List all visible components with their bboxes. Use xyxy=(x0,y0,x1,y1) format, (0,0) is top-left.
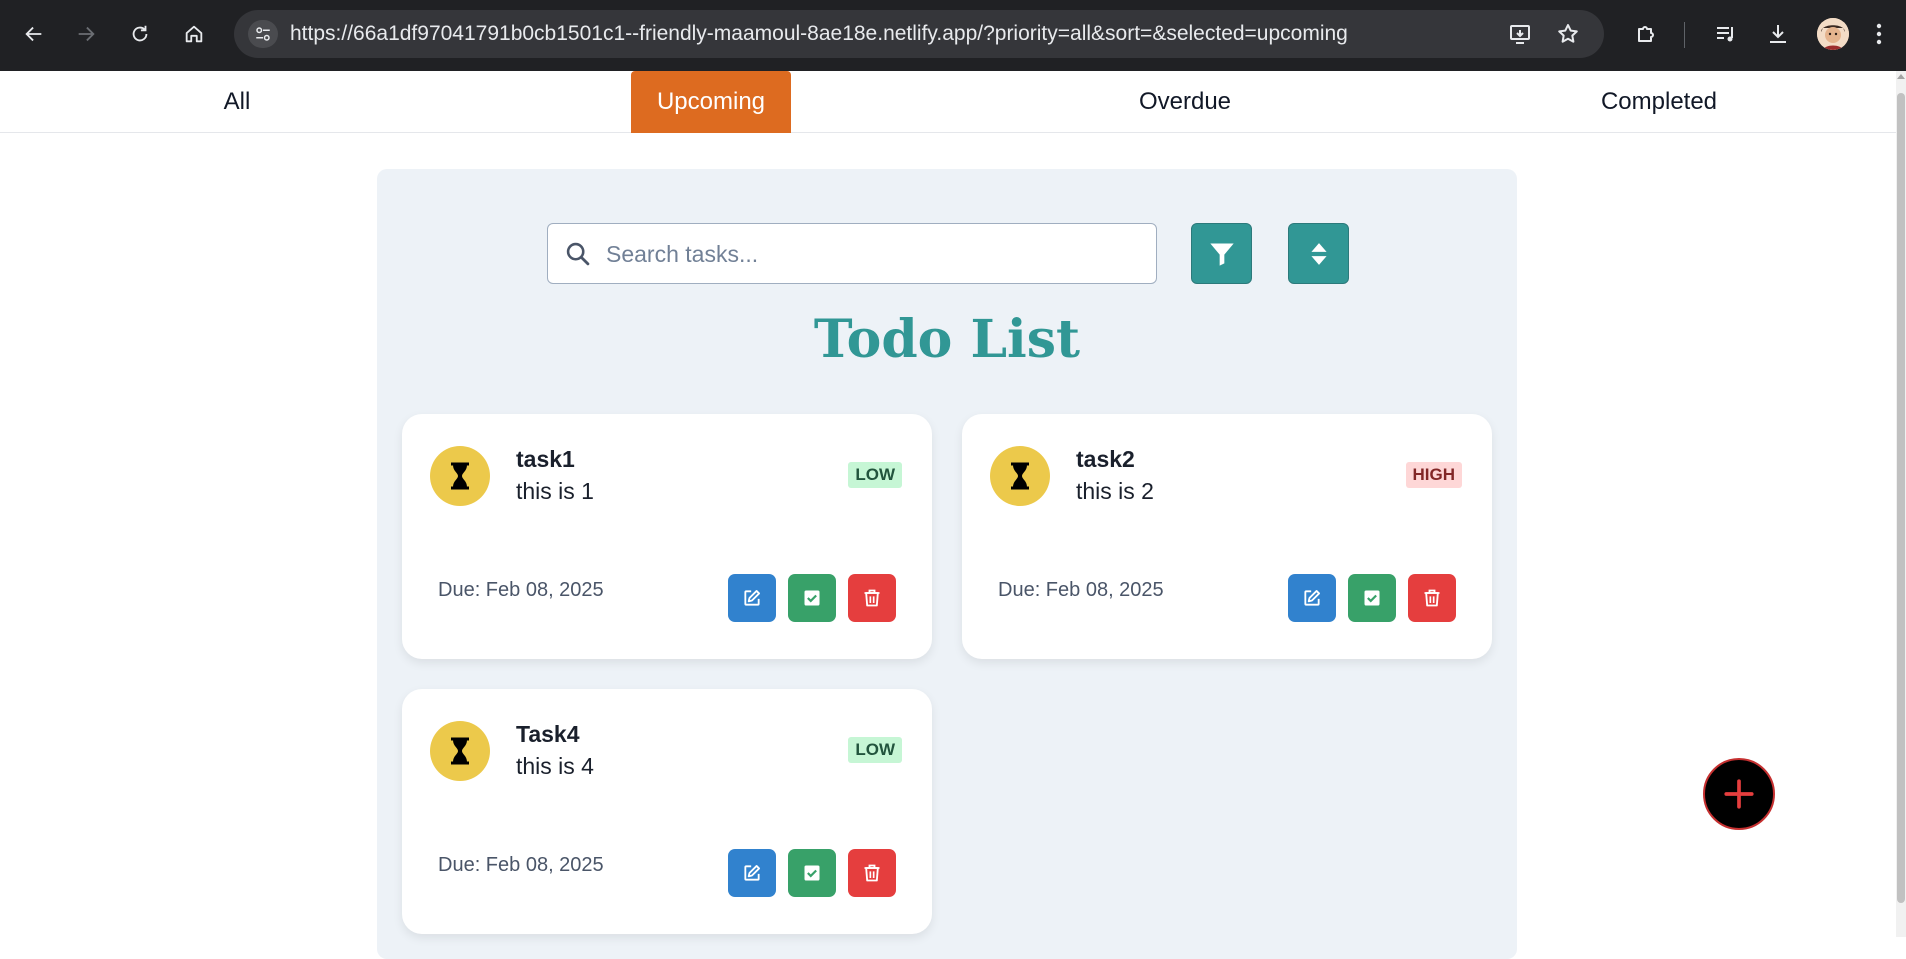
hourglass-icon xyxy=(990,446,1050,506)
browser-toolbar: https://66a1df97041791b0cb1501c1--friend… xyxy=(0,0,1906,71)
url-text[interactable]: https://66a1df97041791b0cb1501c1--friend… xyxy=(290,22,1348,46)
task-description: this is 4 xyxy=(516,753,594,779)
task-title: task2 xyxy=(1076,446,1135,472)
hourglass-icon xyxy=(430,721,490,781)
task-card: task1 this is 1 LOW Due: Feb 08, 2025 xyxy=(402,414,932,659)
task-card: Task4 this is 4 LOW Due: Feb 08, 2025 xyxy=(402,689,932,934)
avatar[interactable] xyxy=(1817,18,1849,50)
search-icon xyxy=(564,240,592,272)
tab-all[interactable]: All xyxy=(0,71,474,133)
task-due-date: Due: Feb 08, 2025 xyxy=(998,579,1164,601)
plus-icon xyxy=(1724,779,1754,809)
scroll-up-arrow-icon[interactable] xyxy=(1897,74,1905,79)
complete-button[interactable] xyxy=(788,849,836,897)
task-title: task1 xyxy=(516,446,575,472)
edit-icon xyxy=(744,590,760,606)
check-square-icon xyxy=(804,590,820,606)
filter-tabs: All Upcoming Overdue Completed xyxy=(0,71,1896,133)
todo-app: All Upcoming Overdue Completed Todo List… xyxy=(0,71,1906,959)
hourglass-icon xyxy=(430,446,490,506)
search-box[interactable] xyxy=(547,223,1157,284)
check-square-icon xyxy=(804,865,820,881)
priority-badge: LOW xyxy=(848,737,902,763)
sort-button[interactable] xyxy=(1288,223,1349,284)
tab-overdue[interactable]: Overdue xyxy=(948,71,1422,133)
filter-button[interactable] xyxy=(1191,223,1252,284)
search-input[interactable] xyxy=(606,234,1136,274)
task-card: task2 this is 2 HIGH Due: Feb 08, 2025 xyxy=(962,414,1492,659)
add-task-button[interactable] xyxy=(1703,758,1775,830)
edit-button[interactable] xyxy=(1288,574,1336,622)
toolbar-divider xyxy=(1684,22,1685,48)
complete-button[interactable] xyxy=(1348,574,1396,622)
trash-icon xyxy=(1424,589,1440,607)
trash-icon xyxy=(864,589,880,607)
edit-icon xyxy=(1304,590,1320,606)
star-icon[interactable] xyxy=(1554,20,1582,48)
task-title: Task4 xyxy=(516,721,580,747)
page-scrollbar[interactable] xyxy=(1896,71,1906,937)
scrollbar-thumb[interactable] xyxy=(1897,93,1905,903)
priority-badge: LOW xyxy=(848,462,902,488)
delete-button[interactable] xyxy=(848,574,896,622)
task-due-date: Due: Feb 08, 2025 xyxy=(438,579,604,601)
site-info-icon[interactable] xyxy=(248,20,278,48)
delete-button[interactable] xyxy=(1408,574,1456,622)
edit-button[interactable] xyxy=(728,849,776,897)
sort-icon xyxy=(1310,242,1327,265)
reload-icon[interactable] xyxy=(120,14,160,54)
back-icon[interactable] xyxy=(14,14,54,54)
edit-button[interactable] xyxy=(728,574,776,622)
tab-completed[interactable]: Completed xyxy=(1422,71,1896,133)
tab-upcoming[interactable]: Upcoming xyxy=(631,71,791,133)
priority-badge: HIGH xyxy=(1405,462,1462,488)
complete-button[interactable] xyxy=(788,574,836,622)
task-description: this is 1 xyxy=(516,478,594,504)
media-icon[interactable] xyxy=(1706,14,1746,54)
install-icon[interactable] xyxy=(1506,20,1534,48)
menu-icon[interactable] xyxy=(1864,14,1894,54)
address-bar[interactable]: https://66a1df97041791b0cb1501c1--friend… xyxy=(234,10,1604,58)
check-square-icon xyxy=(1364,590,1380,606)
edit-icon xyxy=(744,865,760,881)
forward-icon[interactable] xyxy=(66,14,106,54)
home-icon[interactable] xyxy=(174,14,214,54)
extensions-icon[interactable] xyxy=(1626,14,1666,54)
page-title: Todo List xyxy=(813,309,1081,370)
trash-icon xyxy=(864,864,880,882)
delete-button[interactable] xyxy=(848,849,896,897)
download-icon[interactable] xyxy=(1758,14,1798,54)
task-description: this is 2 xyxy=(1076,478,1154,504)
filter-icon xyxy=(1209,243,1234,266)
todo-panel: Todo List task1 this is 1 LOW Due: Feb 0… xyxy=(377,169,1517,959)
task-due-date: Due: Feb 08, 2025 xyxy=(438,854,604,876)
